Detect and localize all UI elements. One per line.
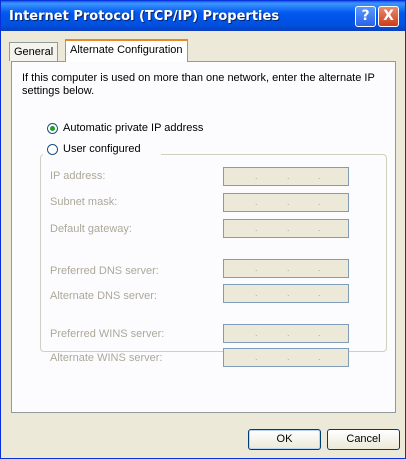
description-text: If this computer is used on more than on…	[22, 72, 375, 97]
subnet-mask-label: Subnet mask:	[50, 196, 118, 208]
radio-automatic-label[interactable]: Automatic private IP address	[63, 122, 203, 134]
default-gateway-label: Default gateway:	[50, 223, 132, 235]
cancel-button[interactable]: Cancel	[327, 429, 400, 450]
preferred-dns-field[interactable]: ...	[223, 259, 349, 278]
title-bar[interactable]: Internet Protocol (TCP/IP) Properties ? …	[1, 1, 405, 31]
close-button[interactable]: X	[378, 6, 399, 27]
radio-user-configured[interactable]	[47, 144, 58, 155]
tab-alternate-configuration[interactable]: Alternate Configuration	[65, 39, 188, 62]
ip-address-field[interactable]: ...	[223, 167, 349, 186]
dialog-window: Internet Protocol (TCP/IP) Properties ? …	[0, 0, 406, 459]
radio-automatic-private-ip[interactable]	[47, 123, 58, 134]
preferred-dns-label: Preferred DNS server:	[50, 265, 159, 277]
default-gateway-field[interactable]: ...	[223, 219, 349, 238]
alternate-wins-label: Alternate WINS server:	[50, 352, 163, 364]
tab-general[interactable]: General	[9, 42, 59, 61]
ok-button[interactable]: OK	[248, 429, 321, 450]
radio-user-configured-label[interactable]: User configured	[63, 143, 141, 155]
help-button[interactable]: ?	[355, 6, 376, 27]
tab-panel: If this computer is used on more than on…	[11, 61, 396, 413]
radio-selected-dot	[50, 126, 55, 131]
subnet-mask-field[interactable]: ...	[223, 193, 349, 212]
alternate-wins-field[interactable]: ...	[223, 348, 349, 367]
preferred-wins-label: Preferred WINS server:	[50, 328, 165, 340]
alternate-dns-field[interactable]: ...	[223, 284, 349, 303]
alternate-dns-label: Alternate DNS server:	[50, 290, 157, 302]
window-title: Internet Protocol (TCP/IP) Properties	[9, 9, 280, 24]
ip-address-label: IP address:	[50, 170, 106, 182]
preferred-wins-field[interactable]: ...	[223, 324, 349, 343]
